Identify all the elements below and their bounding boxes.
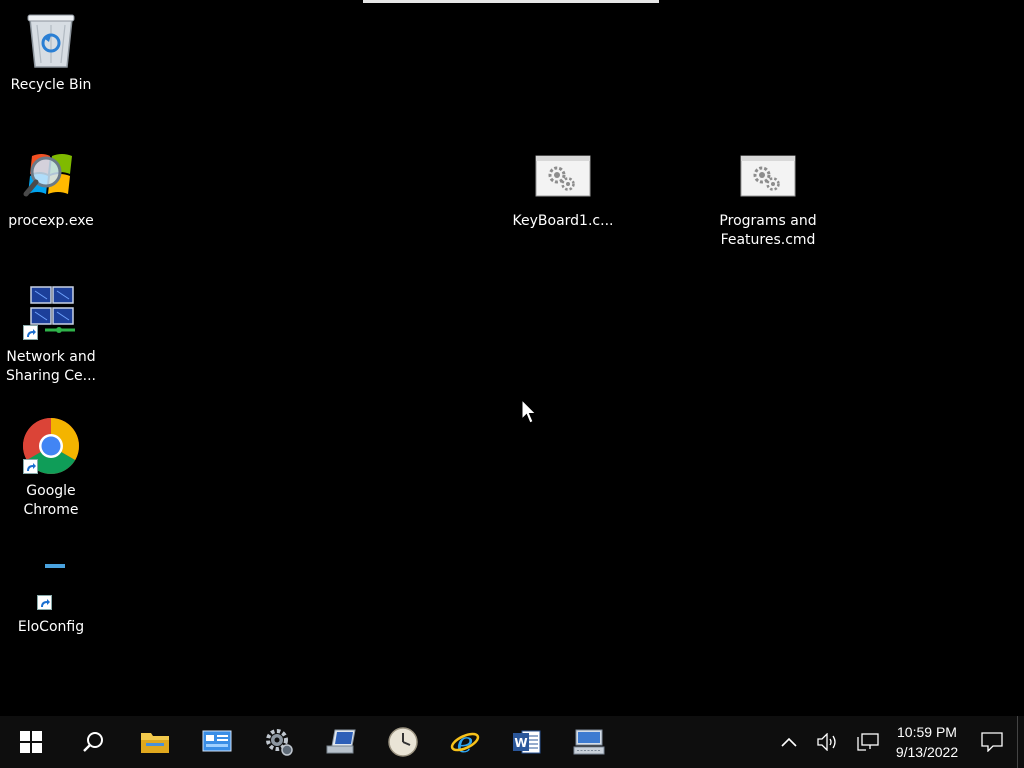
desktop-icon-keyboard1[interactable]: KeyBoard1.c... bbox=[513, 146, 613, 231]
word-button[interactable]: W bbox=[496, 716, 558, 768]
network-icon bbox=[857, 733, 879, 751]
shortcut-arrow-icon bbox=[23, 325, 38, 340]
control-panel-button[interactable] bbox=[186, 716, 248, 768]
gear-icon bbox=[266, 729, 293, 756]
windows-logo-icon bbox=[20, 731, 42, 753]
desktop-icon-programs-features[interactable]: Programs and Features.cmd bbox=[718, 146, 818, 250]
desktop-icon-label: KeyBoard1.c... bbox=[512, 213, 614, 229]
desktop-icon-eloconfig[interactable]: EloConfig bbox=[1, 552, 101, 637]
shortcut-arrow-icon bbox=[23, 459, 38, 474]
windows-magnifier-icon bbox=[21, 146, 81, 206]
folder-icon bbox=[141, 733, 169, 753]
svg-text:W: W bbox=[514, 736, 527, 750]
network-status-button[interactable] bbox=[849, 716, 887, 768]
settings-button[interactable] bbox=[248, 716, 310, 768]
desktop-icon-label: procexp.exe bbox=[8, 213, 94, 229]
clock-app-button[interactable] bbox=[372, 716, 434, 768]
file-explorer-button[interactable] bbox=[124, 716, 186, 768]
mouse-cursor-icon bbox=[521, 399, 537, 424]
remote-desktop-button[interactable] bbox=[310, 716, 372, 768]
desktop-icon-recycle-bin[interactable]: Recycle Bin bbox=[1, 10, 101, 95]
shortcut-arrow-icon bbox=[37, 595, 52, 610]
taskbar-clock[interactable]: 10:59 PM 9/13/2022 bbox=[887, 716, 967, 768]
control-panel-icon bbox=[202, 730, 232, 752]
chrome-icon bbox=[21, 416, 81, 476]
network-computers-icon bbox=[21, 282, 81, 342]
show-desktop-button[interactable] bbox=[1017, 716, 1024, 768]
clock-date: 9/13/2022 bbox=[895, 744, 959, 760]
cmd-script-icon bbox=[533, 146, 593, 206]
start-button[interactable] bbox=[0, 716, 62, 768]
taskbar: e W 10:59 PM 9/13/2022 bbox=[0, 716, 1024, 768]
ie-icon: e bbox=[450, 727, 480, 757]
eloconfig-icon bbox=[21, 552, 81, 612]
cmd-script-icon bbox=[738, 146, 798, 206]
search-button[interactable] bbox=[62, 716, 124, 768]
desktop-icon-label: Programs and Features.cmd bbox=[719, 213, 817, 248]
desktop-icon-network-sharing[interactable]: Network and Sharing Ce... bbox=[1, 282, 101, 386]
show-hidden-icons-button[interactable] bbox=[771, 716, 807, 768]
desktop-icon-label: EloConfig bbox=[17, 619, 85, 635]
desktop-icon-procexp[interactable]: procexp.exe bbox=[1, 146, 101, 231]
desktop-icon-google-chrome[interactable]: Google Chrome bbox=[1, 416, 101, 520]
desktop-icon-label: Network and Sharing Ce... bbox=[6, 349, 96, 384]
internet-explorer-button[interactable]: e bbox=[434, 716, 496, 768]
search-icon bbox=[83, 732, 103, 752]
speaker-icon bbox=[817, 733, 836, 751]
volume-button[interactable] bbox=[807, 716, 849, 768]
chevron-up-icon bbox=[781, 737, 797, 747]
word-icon: W bbox=[513, 730, 541, 754]
top-window-edge bbox=[363, 0, 659, 3]
clock-time: 10:59 PM bbox=[897, 724, 957, 740]
system-tray: 10:59 PM 9/13/2022 bbox=[771, 716, 1024, 768]
clock-icon bbox=[388, 727, 418, 757]
keyboard-icon bbox=[573, 729, 605, 755]
computer-icon bbox=[326, 729, 356, 754]
desktop-icon-label: Google Chrome bbox=[23, 483, 79, 518]
svg-text:e: e bbox=[457, 727, 474, 757]
keyboard-app-button[interactable] bbox=[558, 716, 620, 768]
recycle-bin-icon bbox=[21, 10, 81, 70]
desktop-icon-label: Recycle Bin bbox=[10, 77, 92, 93]
desktop: Recycle Bin procexp.exe Network and Shar… bbox=[0, 0, 1024, 716]
notification-icon bbox=[981, 732, 1003, 752]
action-center-button[interactable] bbox=[967, 716, 1017, 768]
